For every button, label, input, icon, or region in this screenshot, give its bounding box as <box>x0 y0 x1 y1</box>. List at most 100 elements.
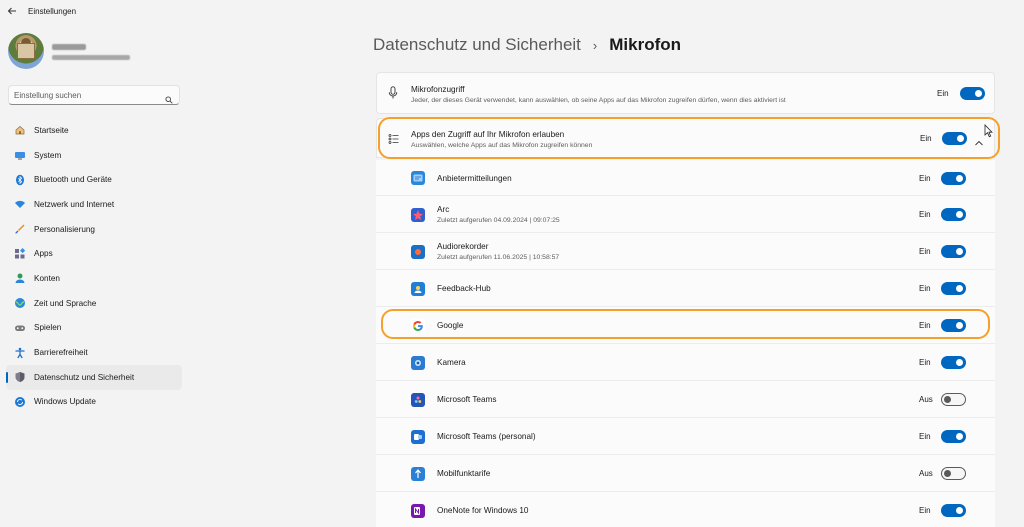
avatar[interactable] <box>8 33 44 69</box>
accessibility-icon <box>13 346 26 359</box>
network-icon <box>13 198 26 211</box>
mic-access-description: Jeder, der dieses Gerät verwendet, kann … <box>411 97 786 104</box>
app-name: Mobilfunktarife <box>437 469 491 478</box>
app-name: Google <box>437 321 464 330</box>
search-icon[interactable] <box>165 91 173 104</box>
mouse-cursor-icon <box>984 124 994 143</box>
chevron-up-icon[interactable] <box>974 134 984 152</box>
app-state: Ein <box>919 174 931 183</box>
sidebar-item-netzwerk[interactable]: Netzwerk und Internet <box>6 192 182 217</box>
sidebar-item-system[interactable]: System <box>6 143 182 168</box>
sidebar-item-label: Bluetooth und Geräte <box>34 175 112 185</box>
gamepad-icon <box>13 321 26 334</box>
list-item: Mobilfunktarife Aus <box>376 455 995 492</box>
update-icon <box>13 395 26 408</box>
list-item: Arc Zuletzt aufgerufen 04.09.2024 | 09:0… <box>376 196 995 233</box>
app-state: Ein <box>919 321 931 330</box>
apps-access-toggle[interactable] <box>942 132 967 145</box>
mic-access-toggle[interactable] <box>960 87 985 100</box>
sidebar-item-label: Datenschutz und Sicherheit <box>34 372 135 382</box>
window-title: Einstellungen <box>28 7 77 16</box>
sidebar-item-bluetooth[interactable]: Bluetooth und Geräte <box>6 167 182 192</box>
camera-icon <box>411 356 425 370</box>
back-arrow-icon[interactable] <box>6 5 20 19</box>
app-state: Ein <box>919 432 931 441</box>
app-name: Microsoft Teams <box>437 395 497 404</box>
app-state: Aus <box>919 469 933 478</box>
app-state: Ein <box>919 358 931 367</box>
breadcrumb-parent[interactable]: Datenschutz und Sicherheit <box>373 35 581 55</box>
app-state: Ein <box>919 284 931 293</box>
teams-icon <box>411 393 425 407</box>
sidebar-item-label: Barrierefreiheit <box>34 348 88 358</box>
profile-name-blurred <box>52 44 86 50</box>
system-icon <box>13 149 26 162</box>
app-permission-list: Anbietermitteilungen Ein Arc Zuletzt auf… <box>376 160 995 527</box>
sidebar-nav: Startseite System Bluetooth und Geräte N… <box>6 118 182 414</box>
app-toggle[interactable] <box>941 208 966 221</box>
account-icon <box>13 272 26 285</box>
sidebar-item-windows-update[interactable]: Windows Update <box>6 390 182 415</box>
mobile-plans-icon <box>411 467 425 481</box>
sidebar-item-spielen[interactable]: Spielen <box>6 316 182 341</box>
app-toggle[interactable] <box>941 467 966 480</box>
app-toggle[interactable] <box>941 282 966 295</box>
arc-icon <box>411 208 425 222</box>
list-item: Anbietermitteilungen Ein <box>376 160 995 196</box>
apps-access-description: Auswählen, welche Apps auf das Mikrofon … <box>411 142 593 149</box>
app-name: Audiorekorder <box>437 242 489 251</box>
app-name: Feedback-Hub <box>437 284 491 293</box>
mic-access-card: Mikrofonzugriff Jeder, der dieses Gerät … <box>376 72 995 114</box>
app-state: Ein <box>919 247 931 256</box>
app-toggle[interactable] <box>941 430 966 443</box>
app-name: OneNote for Windows 10 <box>437 506 529 515</box>
teams-personal-icon <box>411 430 425 444</box>
page-title: Mikrofon <box>609 35 682 54</box>
sidebar-item-konten[interactable]: Konten <box>6 266 182 291</box>
app-name: Microsoft Teams (personal) <box>437 432 536 441</box>
list-item: Audiorekorder Zuletzt aufgerufen 11.06.2… <box>376 233 995 270</box>
sidebar-item-label: Konten <box>34 273 60 283</box>
app-state: Ein <box>919 506 931 515</box>
sidebar-item-personalisierung[interactable]: Personalisierung <box>6 217 182 242</box>
apps-access-title: Apps den Zugriff auf Ihr Mikrofon erlaub… <box>411 130 565 139</box>
title-bar: Einstellungen <box>0 0 1024 26</box>
app-toggle[interactable] <box>941 356 966 369</box>
app-toggle[interactable] <box>941 393 966 406</box>
app-toggle[interactable] <box>941 319 966 332</box>
sidebar-item-startseite[interactable]: Startseite <box>6 118 182 143</box>
sidebar-item-label: Windows Update <box>34 397 96 407</box>
microphone-icon <box>388 86 398 105</box>
sidebar-item-label: Apps <box>34 249 53 259</box>
sidebar-item-label: Zeit und Sprache <box>34 298 97 308</box>
mic-access-title: Mikrofonzugriff <box>411 85 465 94</box>
onenote-icon <box>411 504 425 518</box>
breadcrumb-separator: › <box>592 37 598 53</box>
profile-email-blurred <box>52 55 130 60</box>
app-last-access: Zuletzt aufgerufen 04.09.2024 | 09:07:25 <box>437 217 560 224</box>
home-icon <box>13 124 26 137</box>
settings-search-box[interactable] <box>8 85 180 105</box>
list-item: OneNote for Windows 10 Ein <box>376 492 995 527</box>
apps-access-card[interactable]: Apps den Zugriff auf Ihr Mikrofon erlaub… <box>376 118 995 158</box>
search-input[interactable] <box>14 88 164 102</box>
list-item: Google Ein <box>376 307 995 344</box>
sidebar-item-label: Startseite <box>34 125 69 135</box>
app-last-access: Zuletzt aufgerufen 11.06.2025 | 10:58:57 <box>437 254 560 261</box>
app-toggle[interactable] <box>941 172 966 185</box>
sidebar-item-datenschutz[interactable]: Datenschutz und Sicherheit <box>6 364 182 390</box>
list-item: Microsoft Teams (personal) Ein <box>376 418 995 455</box>
sidebar-item-barrierefreiheit[interactable]: Barrierefreiheit <box>6 340 182 365</box>
app-toggle[interactable] <box>941 245 966 258</box>
app-state: Aus <box>919 395 933 404</box>
sidebar-item-zeit[interactable]: Zeit und Sprache <box>6 291 182 316</box>
provider-notifications-icon <box>411 171 425 185</box>
app-name: Anbietermitteilungen <box>437 174 512 183</box>
sidebar-item-label: Spielen <box>34 323 62 333</box>
mic-access-state: Ein <box>937 89 949 98</box>
app-name: Arc <box>437 205 450 214</box>
sidebar-item-apps[interactable]: Apps <box>6 241 182 266</box>
list-item: Feedback-Hub Ein <box>376 270 995 307</box>
app-toggle[interactable] <box>941 504 966 517</box>
bluetooth-icon <box>13 173 26 186</box>
